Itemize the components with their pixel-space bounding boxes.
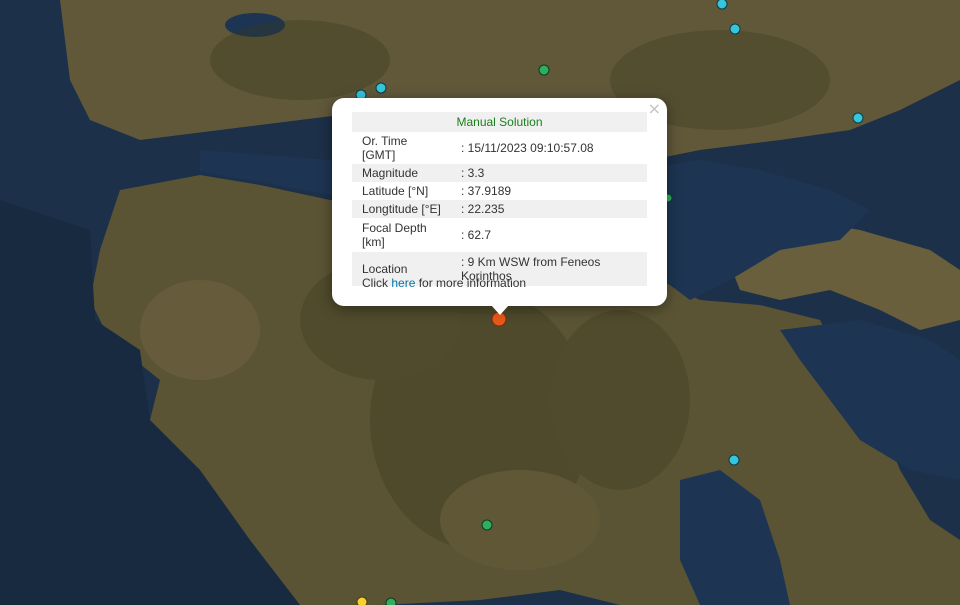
more-info-link[interactable]: here [391, 276, 415, 290]
value-focal-depth: : 62.7 [461, 228, 492, 242]
event-marker[interactable] [852, 112, 864, 124]
event-info-table: Manual Solution Or. Time [GMT] : 15/11/2… [352, 112, 647, 286]
value-magnitude: : 3.3 [451, 164, 647, 182]
label-magnitude: Magnitude [352, 164, 451, 182]
label-or-time: Or. Time [GMT] [362, 134, 408, 162]
value-latitude: : 37.9189 [461, 184, 512, 198]
footer-suffix: for more information [415, 276, 527, 290]
label-longitude: Longtitude [°E] [352, 200, 451, 218]
popup-title: Manual Solution [352, 112, 647, 132]
event-marker[interactable] [356, 596, 368, 605]
event-marker[interactable] [538, 64, 550, 76]
label-focal-depth: Focal Depth [km] [362, 221, 427, 249]
event-marker[interactable] [716, 0, 728, 10]
footer-prefix: Click [362, 276, 392, 290]
event-info-popup: × Manual Solution Or. Time [GMT] : 15/11… [332, 98, 667, 315]
event-marker[interactable] [375, 82, 387, 94]
value-longitude: : 22.235 [451, 200, 647, 218]
label-latitude: Latitude [°N] [362, 184, 429, 198]
popup-footer: Click here for more information [362, 276, 526, 290]
event-marker[interactable] [385, 597, 397, 605]
popup-tip [491, 305, 509, 315]
event-marker[interactable] [728, 454, 740, 466]
close-icon[interactable]: × [648, 100, 661, 118]
event-marker[interactable] [481, 519, 493, 531]
event-marker[interactable] [729, 23, 741, 35]
value-or-time: : 15/11/2023 09:10:57.08 [461, 141, 594, 155]
